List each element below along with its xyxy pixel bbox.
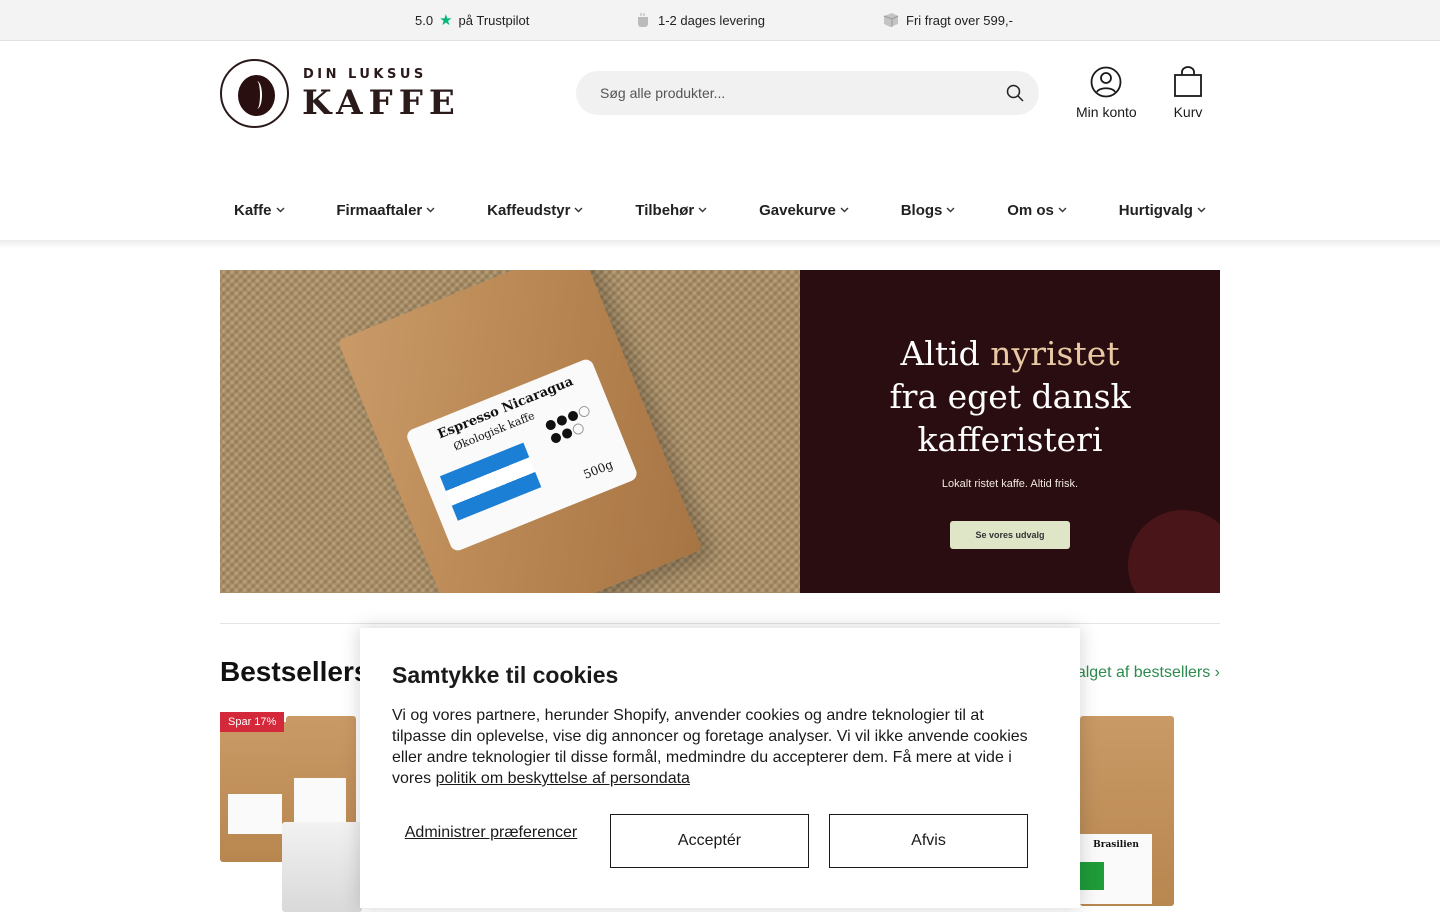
nav-label: Firmaaftaler	[336, 201, 423, 219]
chevron-down-icon	[276, 207, 285, 213]
nav-item-om-os[interactable]: Om os	[1007, 192, 1067, 228]
nav-label: Hurtigvalg	[1118, 201, 1193, 219]
cookie-title: Samtykke til cookies	[392, 662, 619, 688]
trustpilot-rating[interactable]: 5.0 ★ på Trustpilot	[415, 0, 529, 40]
account-label: Min konto	[1076, 104, 1137, 120]
delivery-info: 1-2 dages levering	[636, 0, 765, 40]
hero-text-panel: Altid nyristet fra eget dansk kafferiste…	[800, 270, 1220, 593]
coffee-bag-image: Espresso Nicaragua Økologisk kaffe 500g	[337, 270, 703, 593]
headline-line-2: fra eget dansk	[889, 377, 1131, 416]
free-shipping-label: Fri fragt over 599,-	[906, 12, 1013, 28]
user-icon	[1090, 66, 1122, 98]
logo-title: KAFFE	[302, 83, 461, 123]
bestsellers-title: Bestsellers	[220, 656, 370, 687]
nicaragua-flag-icon	[439, 442, 542, 521]
nav-item-kaffe[interactable]: Kaffe	[234, 192, 285, 228]
bag-weight: 500g	[581, 457, 615, 482]
account-button[interactable]: Min konto	[1076, 66, 1137, 120]
nav-item-kaffeudstyr[interactable]: Kaffeudstyr	[487, 192, 583, 228]
rating-value: 5.0	[415, 12, 434, 28]
chevron-down-icon	[946, 207, 955, 213]
chevron-down-icon	[840, 207, 849, 213]
nav-label: Kaffeudstyr	[487, 201, 571, 219]
search-bar	[576, 71, 1039, 115]
intensity-dots-icon	[545, 406, 590, 444]
hero-photo: Espresso Nicaragua Økologisk kaffe 500g	[220, 270, 800, 593]
product-image	[282, 822, 362, 912]
product-image: Brasilien	[1080, 716, 1174, 906]
cart-button[interactable]: Kurv	[1173, 66, 1203, 120]
chevron-down-icon	[426, 207, 435, 213]
logo-watermark-icon	[1128, 510, 1220, 593]
headline-part: Altid	[900, 334, 991, 373]
section-divider	[220, 623, 1220, 624]
brazil-flag-icon	[1080, 862, 1104, 890]
header-shadow	[0, 240, 1440, 248]
nav-item-blogs[interactable]: Blogs	[901, 192, 956, 228]
nav-label: Gavekurve	[759, 201, 836, 219]
decline-button[interactable]: Afvis	[829, 814, 1028, 868]
delivery-label: 1-2 dages levering	[658, 12, 765, 28]
hero-tagline: Lokalt ristet kaffe. Altid frisk.	[941, 478, 1079, 490]
cart-label: Kurv	[1173, 104, 1203, 120]
announcement-bar: 5.0 ★ på Trustpilot 1-2 dages levering F…	[0, 0, 1440, 41]
coffee-cup-icon	[638, 13, 648, 27]
trustpilot-label: på Trustpilot	[458, 12, 530, 28]
logo-circle	[220, 59, 289, 128]
cookie-body: Vi og vores partnere, herunder Shopify, …	[392, 705, 1042, 789]
nav-label: Om os	[1007, 201, 1054, 219]
search-icon[interactable]	[1005, 83, 1025, 103]
nav-item-firmaaftaler[interactable]: Firmaaftaler	[336, 192, 435, 228]
site-logo[interactable]: DIN LUKSUS KAFFE	[220, 59, 460, 129]
nav-label: Blogs	[900, 201, 943, 219]
chevron-down-icon	[698, 207, 707, 213]
accept-button[interactable]: Acceptér	[610, 814, 809, 868]
nav-item-hurtigvalg[interactable]: Hurtigvalg	[1119, 192, 1206, 228]
nav-label: Kaffe	[234, 201, 272, 219]
nav-item-gavekurve[interactable]: Gavekurve	[759, 192, 849, 228]
sale-badge: Spar 17%	[220, 712, 285, 732]
package-icon	[883, 13, 899, 27]
free-shipping-info: Fri fragt over 599,-	[882, 0, 1013, 40]
product-bag-label: Brasilien	[1093, 840, 1139, 850]
product-card[interactable]: Brasilien	[1080, 712, 1180, 906]
coffee-bean-icon	[238, 75, 275, 116]
headline-accent: nyristet	[990, 334, 1120, 373]
product-card[interactable]: Spar 17%	[220, 712, 362, 912]
nav-item-tilbehor[interactable]: Tilbehør	[635, 192, 707, 228]
hero-headline: Altid nyristet fra eget dansk kafferiste…	[800, 332, 1220, 461]
privacy-policy-link[interactable]: politik om beskyttelse af persondata	[436, 770, 690, 787]
chevron-down-icon	[574, 207, 583, 213]
chevron-down-icon	[1197, 207, 1206, 213]
logo-subtitle: DIN LUKSUS	[303, 67, 427, 82]
headline-line-3: kafferisteri	[917, 420, 1103, 459]
nav-label: Tilbehør	[635, 201, 695, 219]
chevron-down-icon	[1058, 207, 1067, 213]
search-input[interactable]	[576, 71, 996, 115]
star-icon: ★	[439, 12, 453, 29]
main-navigation: Kaffe Firmaaftaler Kaffeudstyr Tilbehør …	[220, 192, 1220, 228]
shopping-bag-icon	[1174, 66, 1202, 97]
hero-cta-button[interactable]: Se vores udvalg	[950, 521, 1070, 549]
bag-label: Espresso Nicaragua Økologisk kaffe 500g	[404, 357, 639, 553]
manage-preferences-link[interactable]: Administrer præferencer	[392, 823, 590, 842]
cookie-consent-dialog: Samtykke til cookies Vi og vores partner…	[360, 628, 1080, 908]
hero-banner[interactable]: Espresso Nicaragua Økologisk kaffe 500g …	[220, 270, 1220, 593]
